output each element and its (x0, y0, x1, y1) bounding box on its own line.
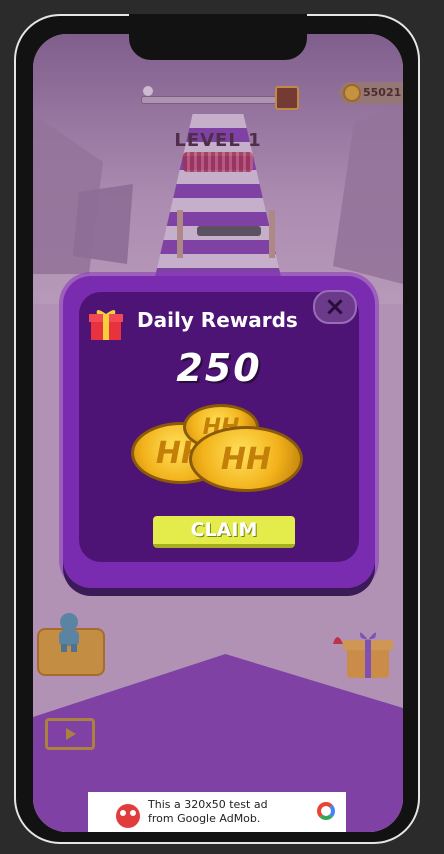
ad-monster-icon (116, 804, 140, 828)
admob-logo-icon (317, 802, 335, 820)
close-button[interactable]: × (313, 290, 357, 324)
claim-button[interactable]: CLAIM (153, 516, 295, 548)
phone-notch (129, 14, 307, 60)
ad-text: This a 320x50 test ad from Google AdMob. (148, 798, 268, 825)
close-icon: × (324, 292, 346, 322)
